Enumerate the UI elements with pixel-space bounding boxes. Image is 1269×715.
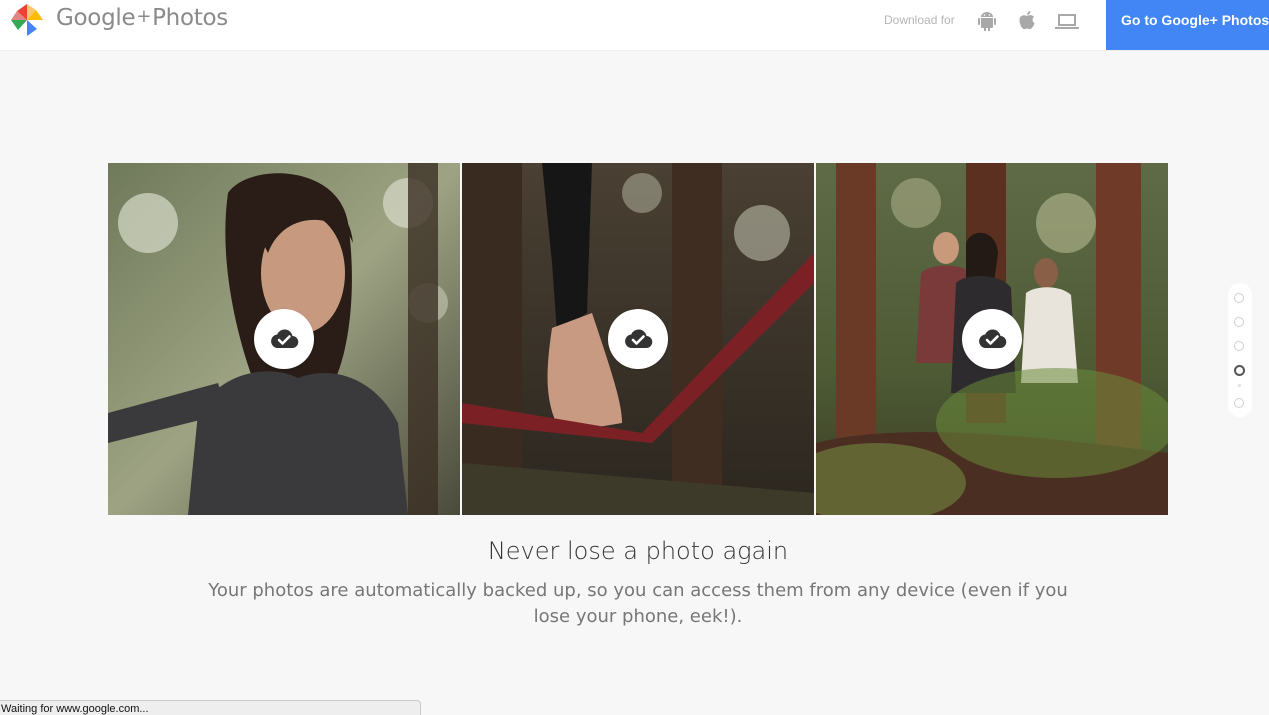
photo-feet-slackline	[462, 163, 814, 515]
pager-dot-4-active[interactable]	[1233, 365, 1245, 376]
cloud-check-icon	[271, 329, 299, 349]
go-to-google-plus-photos-button[interactable]: Go to Google+ Photos	[1106, 0, 1269, 50]
page: Google+Photos Download for Go to Google+…	[0, 0, 1269, 715]
pager-dot-1[interactable]	[1234, 293, 1244, 303]
cloud-check-icon	[625, 329, 653, 349]
feature-headline: Never lose a photo again	[487, 537, 789, 565]
browser-status-bar: Waiting for www.google.com...	[0, 700, 421, 715]
pager-dot-5[interactable]	[1234, 398, 1244, 408]
photo-woman-balancing	[108, 163, 460, 515]
backup-badge	[608, 309, 668, 369]
brand-name[interactable]: Google+Photos	[56, 5, 228, 31]
backup-badge	[254, 309, 314, 369]
brand-google: Google	[56, 5, 136, 31]
pager-dot-3[interactable]	[1234, 341, 1244, 351]
pager-dot-2[interactable]	[1234, 317, 1244, 327]
cloud-check-icon	[979, 329, 1007, 349]
feature-description: Your photos are automatically backed up,…	[208, 580, 1068, 627]
pager-separator	[1238, 384, 1241, 387]
apple-icon[interactable]	[1018, 10, 1036, 32]
android-icon[interactable]	[978, 10, 996, 32]
download-label: Download for	[884, 13, 955, 27]
photo-friends-forest	[816, 163, 1168, 515]
laptop-icon[interactable]	[1055, 10, 1079, 32]
brand-plus: +	[136, 6, 152, 27]
top-bar: Google+Photos Download for Go to Google+…	[0, 0, 1269, 50]
backup-badge	[962, 309, 1022, 369]
brand-photos: Photos	[152, 5, 228, 31]
section-pager	[1228, 283, 1252, 417]
google-photos-logo-icon[interactable]	[8, 1, 46, 39]
